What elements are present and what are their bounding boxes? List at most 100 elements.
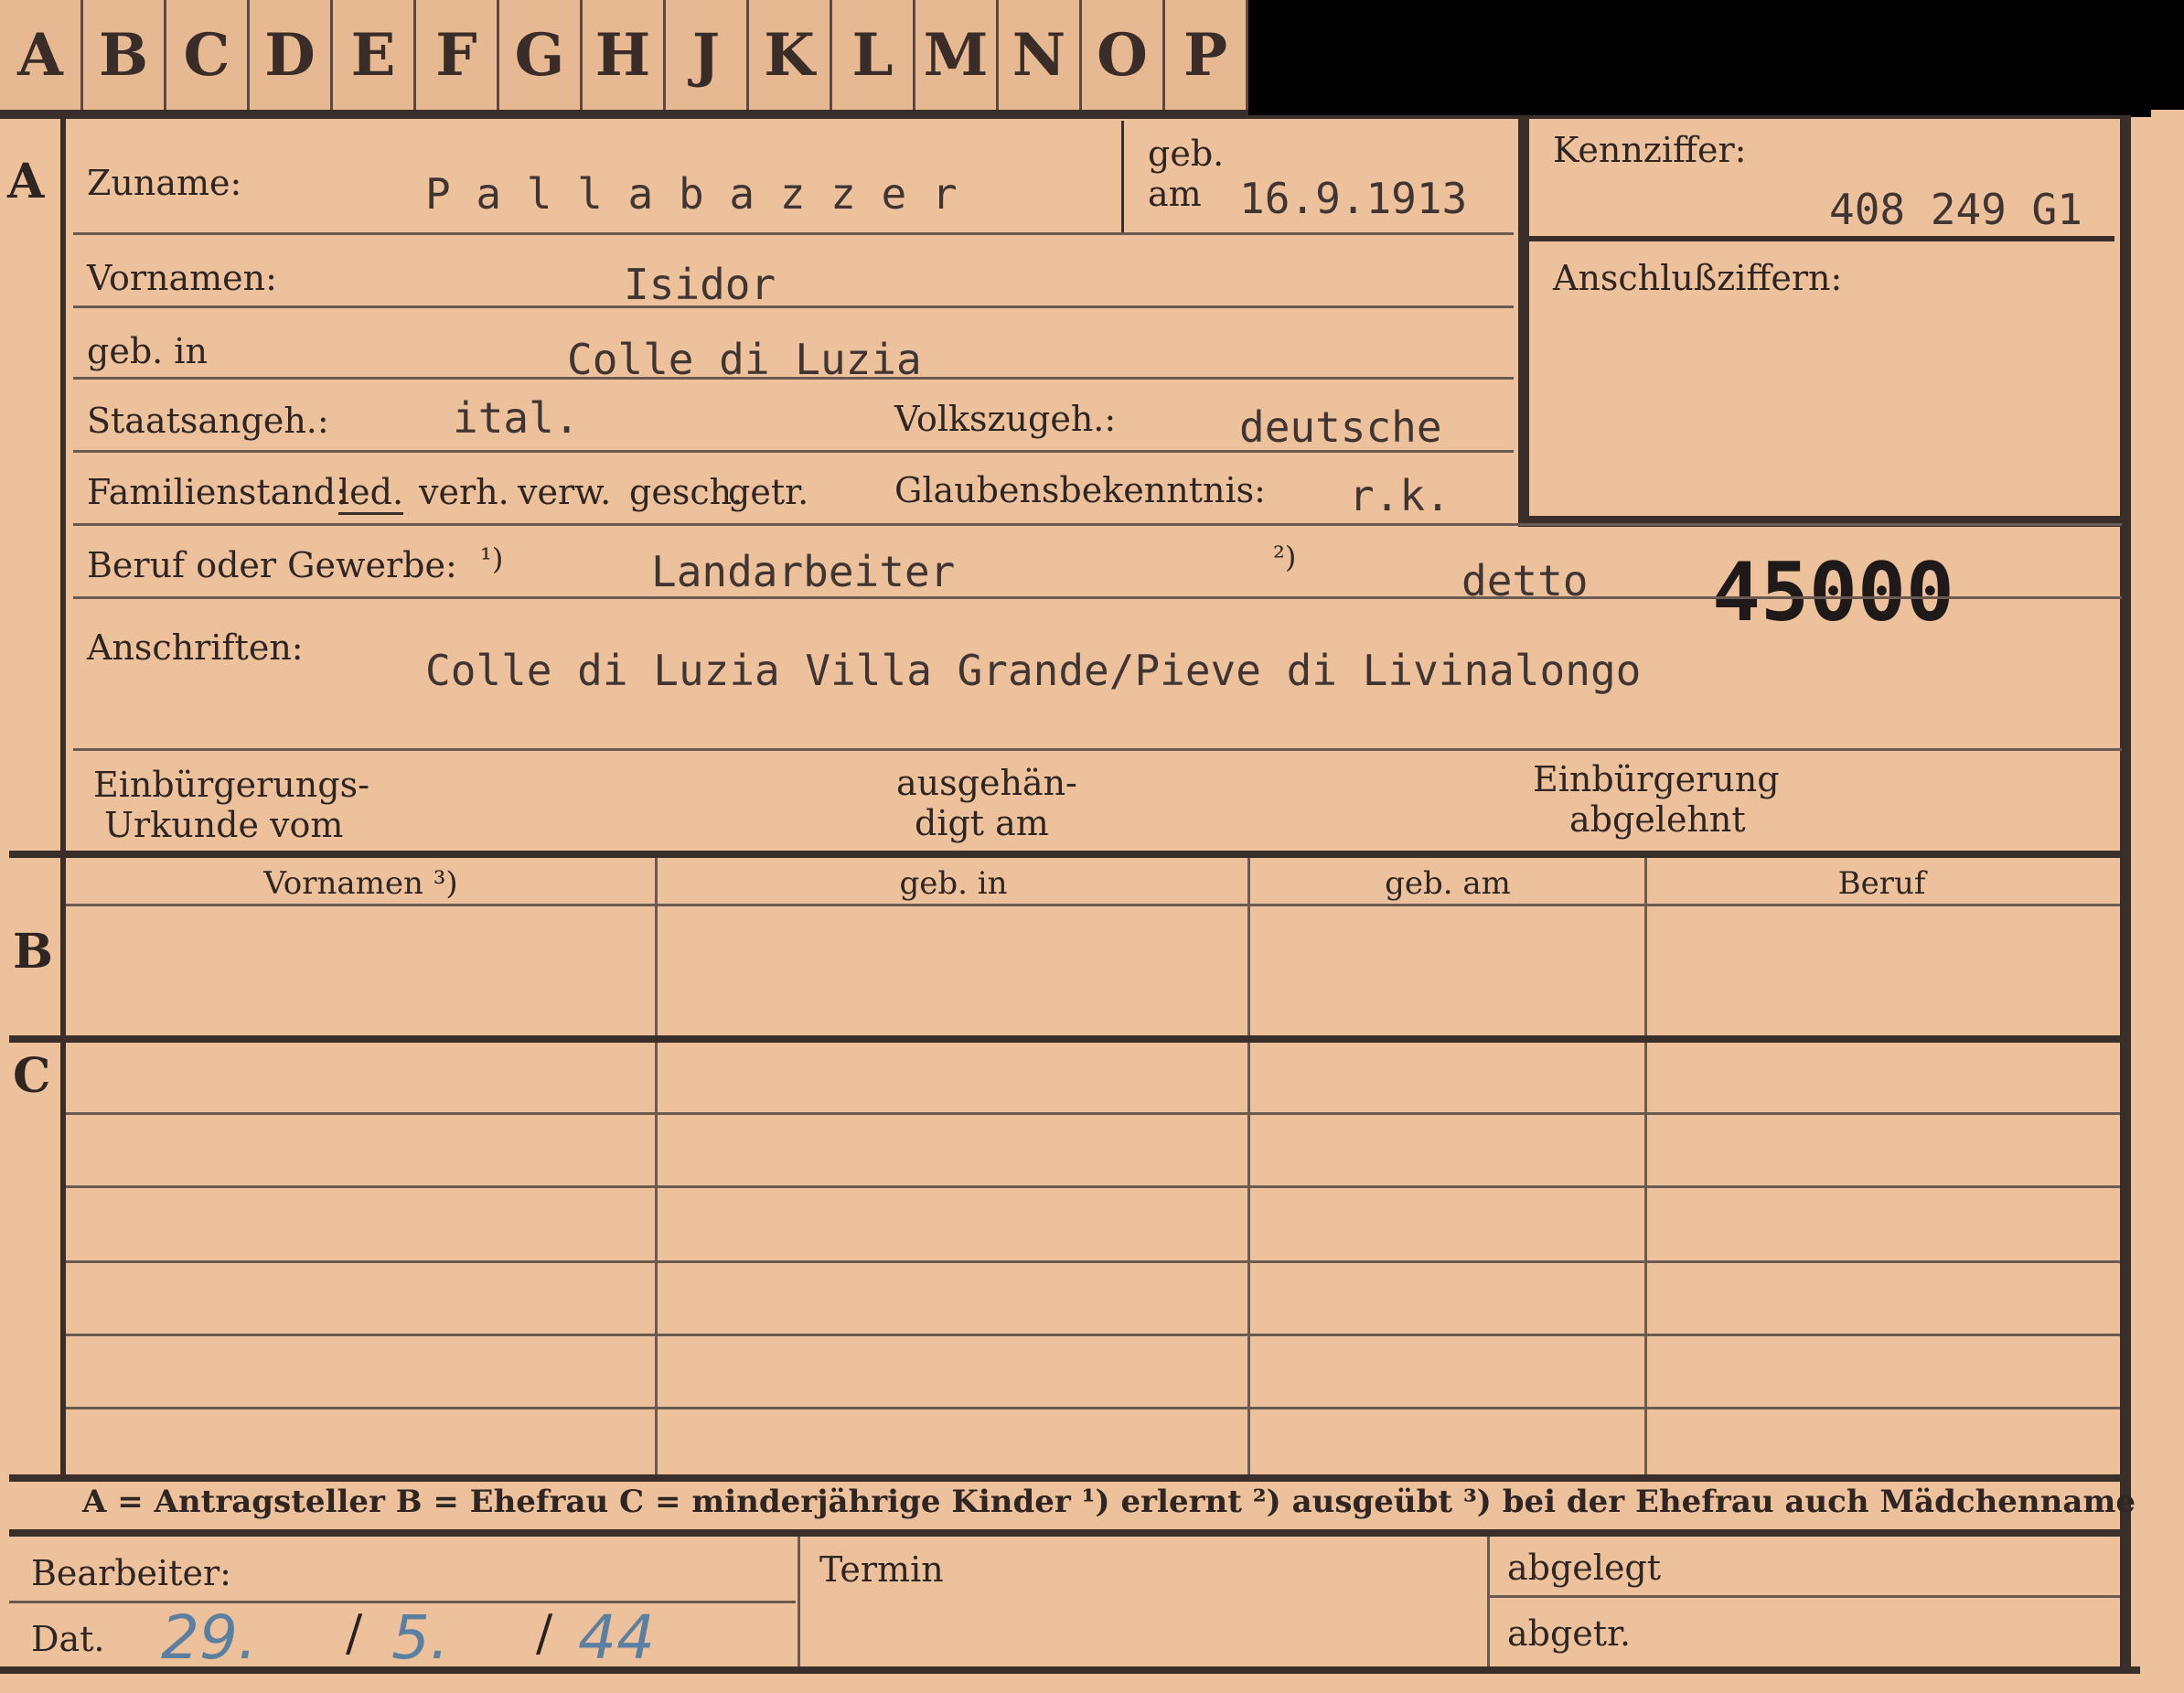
familienstand-option-verh: verh. (419, 472, 509, 512)
geb-label: geb. (1148, 134, 1225, 174)
column-divider (1644, 858, 1647, 1480)
glaubens-value: r.k. (1349, 471, 1451, 520)
date-month: 5. (391, 1602, 449, 1673)
date-separator: / (536, 1604, 553, 1662)
einb-abgelehnt-label-2: abgelehnt (1569, 799, 1746, 840)
row-line (73, 596, 2122, 599)
registration-card (0, 0, 2151, 1693)
zuname-label: Zuname: (87, 163, 242, 203)
legend-top-line (9, 1474, 2131, 1482)
familienstand-label: Familienstand: (87, 472, 348, 512)
row-line (73, 305, 1514, 308)
tab-g[interactable]: G (499, 0, 583, 110)
geb-divider (1121, 121, 1124, 232)
row-line (73, 377, 1514, 380)
familienstand-option-getr: getr. (728, 472, 809, 512)
staatsangeh-label: Staatsangeh.: (87, 401, 329, 441)
tab-j[interactable]: J (666, 0, 749, 110)
note-1-marker: ¹) (480, 541, 504, 576)
frame-top-line (0, 115, 2131, 119)
kennziffer-underline (1529, 236, 2114, 241)
zuname-value: P a l l a b a z z e r (425, 169, 958, 219)
background-corner (1224, 0, 2184, 117)
column-header-beruf: Beruf (1837, 865, 1926, 902)
row-line (73, 523, 2122, 526)
section-b-top-line (9, 851, 2131, 858)
ausgehaendigt-label-2: digt am (915, 803, 1049, 843)
row-line (73, 450, 1514, 453)
date-year: 44 (578, 1602, 655, 1673)
anschriften-value: Colle di Luzia Villa Grande/Pieve di Liv… (425, 646, 1642, 695)
table-row-line (66, 1112, 2120, 1115)
footer-divider (798, 1537, 800, 1666)
tab-c[interactable]: C (166, 0, 250, 110)
familienstand-option-led: led. (338, 472, 404, 515)
tab-d[interactable]: D (250, 0, 333, 110)
anschriften-label: Anschriften: (87, 627, 304, 668)
row-line (73, 232, 1514, 235)
familienstand-option-verw: verw. (518, 472, 612, 512)
right-frame-line (2120, 117, 2131, 1672)
tab-b[interactable]: B (83, 0, 166, 110)
table-row-line (66, 1185, 2120, 1188)
legend-text: A = Antragsteller B = Ehefrau C = minder… (82, 1484, 2136, 1520)
tab-k[interactable]: K (749, 0, 832, 110)
date-separator: / (346, 1604, 363, 1662)
kennziffer-label: Kennziffer: (1553, 130, 1747, 170)
beruf-label: Beruf oder Gewerbe: (87, 545, 457, 585)
kennziffer-value: 408 249 G1 (1829, 185, 2082, 234)
tab-n[interactable]: N (999, 0, 1082, 110)
beruf-value: Landarbeiter (651, 547, 956, 596)
tab-e[interactable]: E (333, 0, 416, 110)
am-label: am (1148, 174, 1202, 214)
section-a-marker: A (7, 154, 45, 209)
card-right-edge (2151, 110, 2184, 1693)
glaubens-label: Glaubensbekenntnis: (894, 470, 1266, 510)
row-line (73, 748, 2122, 751)
volkszugeh-label: Volkszugeh.: (894, 399, 1117, 439)
footer-divider (1487, 1537, 1490, 1666)
column-header-underline (66, 904, 2120, 906)
anschluss-label: Anschlußziffern: (1553, 258, 1843, 298)
bottom-frame-line (0, 1666, 2140, 1674)
geb-in-label: geb. in (87, 331, 208, 371)
abgelegt-label: abgelegt (1507, 1548, 1662, 1588)
table-row-line (66, 1334, 2120, 1336)
staatsangeh-value: ital. (453, 393, 580, 443)
section-b-marker: B (13, 924, 53, 980)
section-bc-left-line (60, 858, 66, 1480)
table-row-line (66, 1407, 2120, 1409)
tab-a[interactable]: A (0, 0, 83, 110)
tab-p[interactable]: P (1165, 0, 1248, 110)
index-tabs: A B C D E F G H J K L M N O P (0, 0, 1248, 115)
familienstand-option-gesch: gesch. (629, 472, 744, 512)
bearbeiter-label: Bearbeiter: (31, 1553, 231, 1593)
dat-label: Dat. (31, 1619, 105, 1659)
note-2-marker: ²) (1273, 540, 1297, 574)
column-divider (1247, 858, 1250, 1480)
tab-l[interactable]: L (832, 0, 915, 110)
column-divider (655, 858, 658, 1480)
tab-o[interactable]: O (1082, 0, 1165, 110)
column-header-geb-am: geb. am (1385, 865, 1511, 902)
abgetr-label: abgetr. (1507, 1613, 1632, 1654)
column-header-vornamen: Vornamen ³) (263, 865, 458, 902)
vornamen-label: Vornamen: (87, 258, 277, 298)
vornamen-value: Isidor (624, 260, 776, 309)
table-row-line (66, 1260, 2120, 1263)
stamp-number: 45000 (1712, 545, 1954, 639)
column-header-geb-in: geb. in (899, 865, 1008, 902)
einb-abgelehnt-label-1: Einbürgerung (1533, 759, 1780, 799)
tab-f[interactable]: F (416, 0, 499, 110)
date-day: 29. (161, 1602, 257, 1673)
tab-h[interactable]: H (583, 0, 666, 110)
ausgehaendigt-label-1: ausgehän- (896, 763, 1077, 803)
section-c-marker: C (13, 1048, 51, 1104)
legend-bottom-line (9, 1529, 2131, 1537)
kennziffer-box-left (1518, 117, 1529, 527)
tab-m[interactable]: M (915, 0, 999, 110)
termin-label: Termin (819, 1549, 944, 1590)
abgelegt-underline (1489, 1595, 2120, 1598)
volkszugeh-value: deutsche (1239, 402, 1442, 452)
geb-am-value: 16.9.1913 (1239, 174, 1468, 223)
